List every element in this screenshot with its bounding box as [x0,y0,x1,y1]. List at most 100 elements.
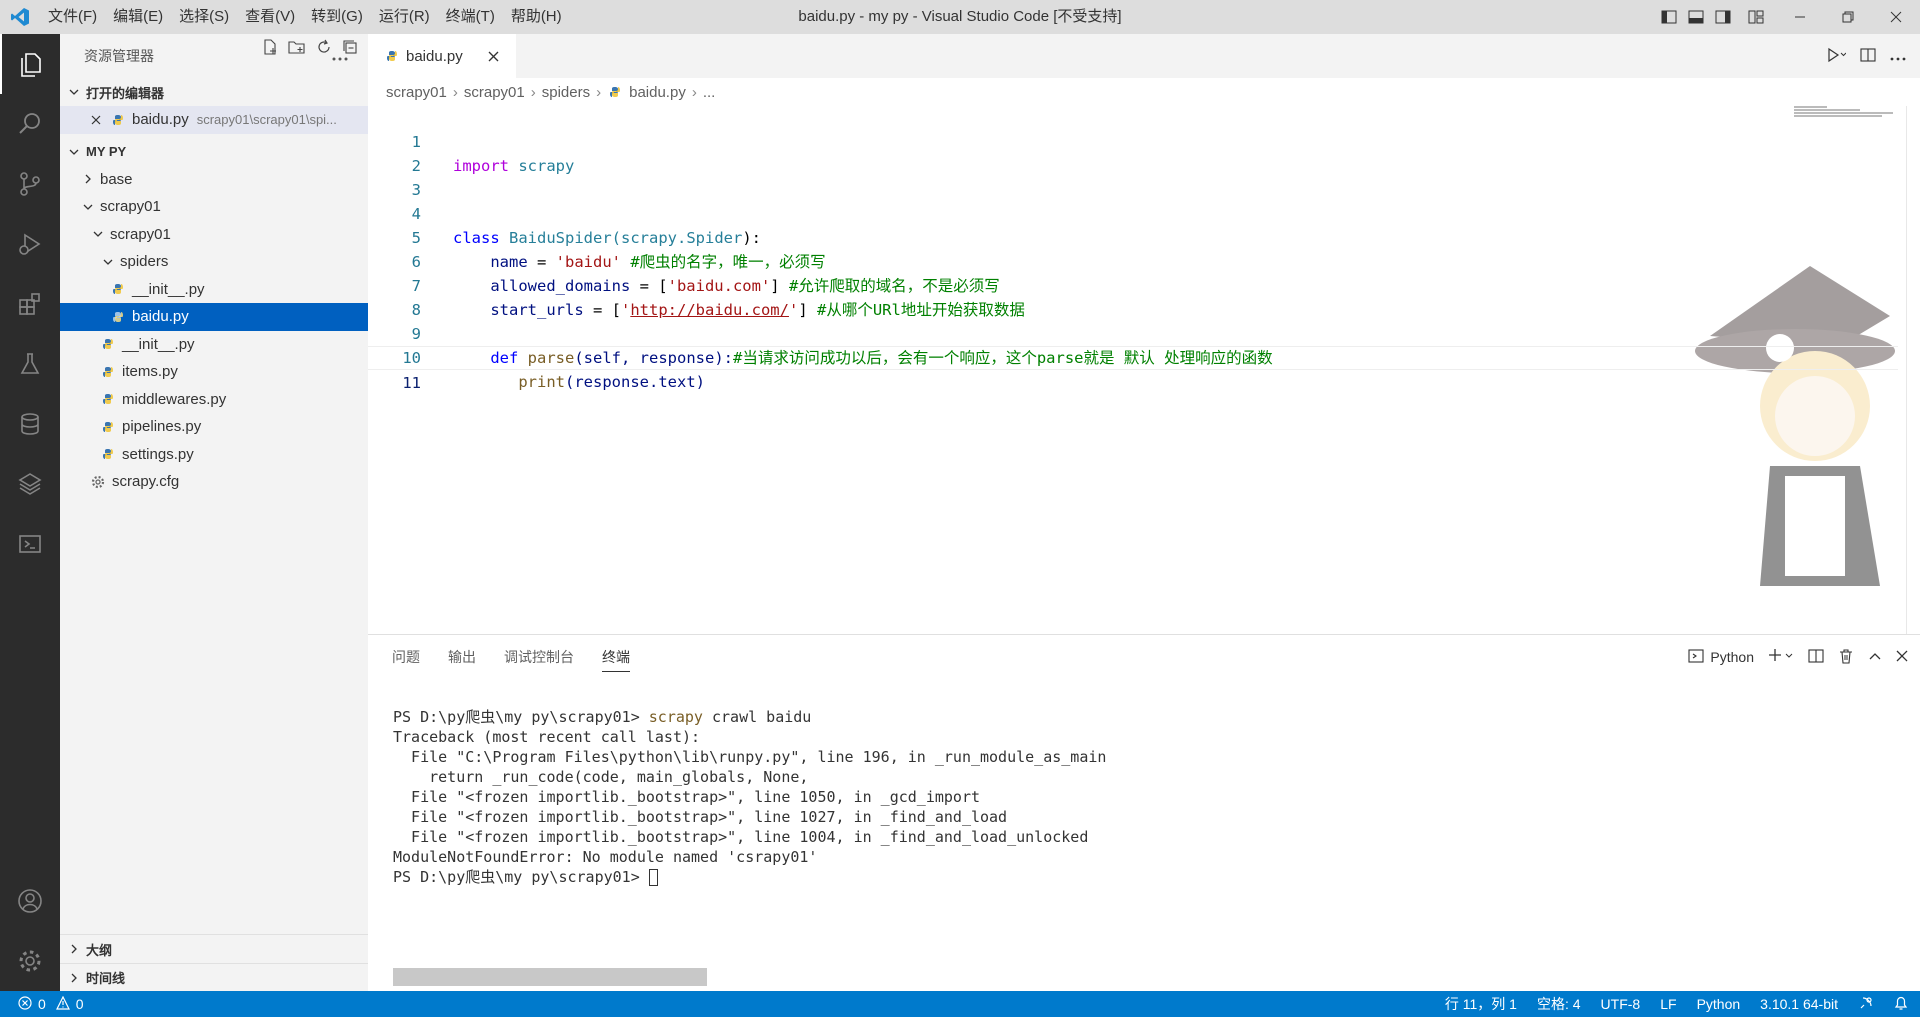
terminal-cursor [648,869,658,886]
terminal-horizontal-scrollbar[interactable] [393,968,707,986]
menu-edit[interactable]: 编辑(E) [105,0,171,34]
tree-file-init[interactable]: __init__.py [60,331,368,359]
code-line: 6 allowed_domains = ['baidu.com'] #允许爬取的… [368,226,1898,295]
python-interpreter[interactable]: 3.10.1 64-bit [1760,996,1838,1012]
explorer-icon[interactable] [0,34,60,94]
menu-file[interactable]: 文件(F) [40,0,105,34]
tree-label: items.py [122,363,178,381]
split-editor-icon[interactable] [1860,47,1876,66]
tab-problems[interactable]: 问题 [392,647,420,667]
menu-selection[interactable]: 选择(S) [171,0,237,34]
toggle-secondary-sidebar-icon[interactable] [1709,0,1736,34]
menu-go[interactable]: 转到(G) [303,0,371,34]
breadcrumb-item[interactable]: baidu.py [629,84,686,101]
tree-folder-scrapy01[interactable]: scrapy01 [60,193,368,221]
breadcrumb-item[interactable]: scrapy01 [464,84,525,101]
collapse-all-icon[interactable] [342,39,358,58]
new-file-icon[interactable] [262,38,278,58]
testing-flask-icon[interactable] [0,334,60,394]
run-debug-icon[interactable] [0,214,60,274]
customize-layout-icon[interactable] [1736,0,1776,34]
open-editors-label: 打开的编辑器 [86,85,165,101]
menu-help[interactable]: 帮助(H) [503,0,570,34]
toggle-panel-icon[interactable] [1682,0,1709,34]
language-mode[interactable]: Python [1697,996,1741,1012]
tree-folder-scrapy01-inner[interactable]: scrapy01 [60,221,368,249]
close-window-icon[interactable] [1872,0,1920,34]
tree-file-scrapy-cfg[interactable]: scrapy.cfg [60,468,368,496]
encoding[interactable]: UTF-8 [1601,996,1641,1012]
terminal-command-args: crawl baidu [702,708,812,726]
run-file-icon[interactable] [1826,47,1847,66]
new-folder-icon[interactable] [288,39,306,58]
new-terminal-icon[interactable] [1768,648,1794,667]
outline-section[interactable]: 大纲 [60,935,368,963]
menu-terminal[interactable]: 终端(T) [438,0,503,34]
tab-terminal[interactable]: 终端 [602,642,630,672]
editor-scrollbar[interactable] [1906,106,1920,634]
terminal-output[interactable]: PS D:\py爬虫\my py\scrapy01> scrapy crawl … [393,707,1106,887]
code-editor[interactable]: 1 import scrapy 2 3 4 class BaiduSpider(… [368,106,1920,634]
tree-file-baidu[interactable]: baidu.py [60,303,368,331]
open-editor-item[interactable]: baidu.py scrapy01\scrapy01\spi... [60,106,368,134]
source-control-icon[interactable] [0,154,60,214]
close-icon[interactable] [88,112,104,128]
accounts-icon[interactable] [0,871,60,931]
code-line: 1 import scrapy [368,106,1898,175]
python-file-icon [100,446,116,462]
end-of-line[interactable]: LF [1660,996,1676,1012]
tree-file-pipelines[interactable]: pipelines.py [60,413,368,441]
cursor-position[interactable]: 行 11，列 1 [1445,994,1517,1014]
menu-run[interactable]: 运行(R) [371,0,438,34]
database-icon[interactable] [0,394,60,454]
notifications-bell-icon[interactable] [1894,995,1908,1014]
menu-view[interactable]: 查看(V) [237,0,303,34]
maximize-panel-icon[interactable] [1868,649,1882,666]
project-section[interactable]: MY PY [60,38,368,166]
extensions-icon[interactable] [0,274,60,334]
breadcrumb-item[interactable]: spiders [542,84,590,101]
close-tab-icon[interactable] [485,47,503,65]
layers-icon[interactable] [0,454,60,514]
tree-folder-base[interactable]: base [60,166,368,194]
menu-bar: 文件(F) 编辑(E) 选择(S) 查看(V) 转到(G) 运行(R) 终端(T… [40,0,570,34]
minimize-icon[interactable] [1776,0,1824,34]
tree-file-items[interactable]: items.py [60,358,368,386]
terminal-selector[interactable]: Python [1688,648,1754,667]
tree-file-init-spiders[interactable]: __init__.py [60,276,368,304]
tree-label: pipelines.py [122,418,202,436]
chevron-right-icon: › [530,83,536,101]
close-panel-icon[interactable] [1896,649,1908,665]
terminal-prompt: PS D:\py爬虫\my py\scrapy01> [393,868,649,886]
breadcrumb-item[interactable]: scrapy01 [386,84,447,101]
outline-label: 大纲 [86,942,113,958]
split-terminal-icon[interactable] [1808,648,1824,667]
tree-file-settings[interactable]: settings.py [60,441,368,469]
window-title: baidu.py - my py - Visual Studio Code [不… [798,8,1122,25]
tab-output[interactable]: 输出 [448,647,476,667]
more-actions-icon[interactable] [1890,49,1906,64]
tree-folder-spiders[interactable]: spiders [60,248,368,276]
powershell-icon[interactable] [0,514,60,574]
code-token: (response.text) [565,373,705,391]
problems-status[interactable]: 0 0 [0,995,84,1013]
chevron-down-icon [100,254,116,270]
search-icon[interactable] [0,94,60,154]
refresh-icon[interactable] [316,39,332,58]
tab-debug-console[interactable]: 调试控制台 [504,647,574,667]
trash-icon[interactable] [1838,648,1854,667]
indentation[interactable]: 空格: 4 [1537,994,1581,1014]
toggle-primary-sidebar-icon[interactable] [1655,0,1682,34]
tree-file-middlewares[interactable]: middlewares.py [60,386,368,414]
breadcrumb-item[interactable]: ... [703,84,716,101]
open-editors-section[interactable]: 打开的编辑器 [60,78,368,106]
feedback-icon[interactable] [1858,995,1874,1014]
python-file-icon [110,281,126,297]
restore-icon[interactable] [1824,0,1872,34]
tab-baidu-py[interactable]: baidu.py [368,34,516,78]
timeline-section[interactable]: 时间线 [60,963,368,991]
python-file-icon [100,364,116,380]
terminal-line: File "<frozen importlib._bootstrap>", li… [393,788,980,806]
settings-gear-icon[interactable] [0,931,60,991]
chevron-right-icon: › [596,83,602,101]
